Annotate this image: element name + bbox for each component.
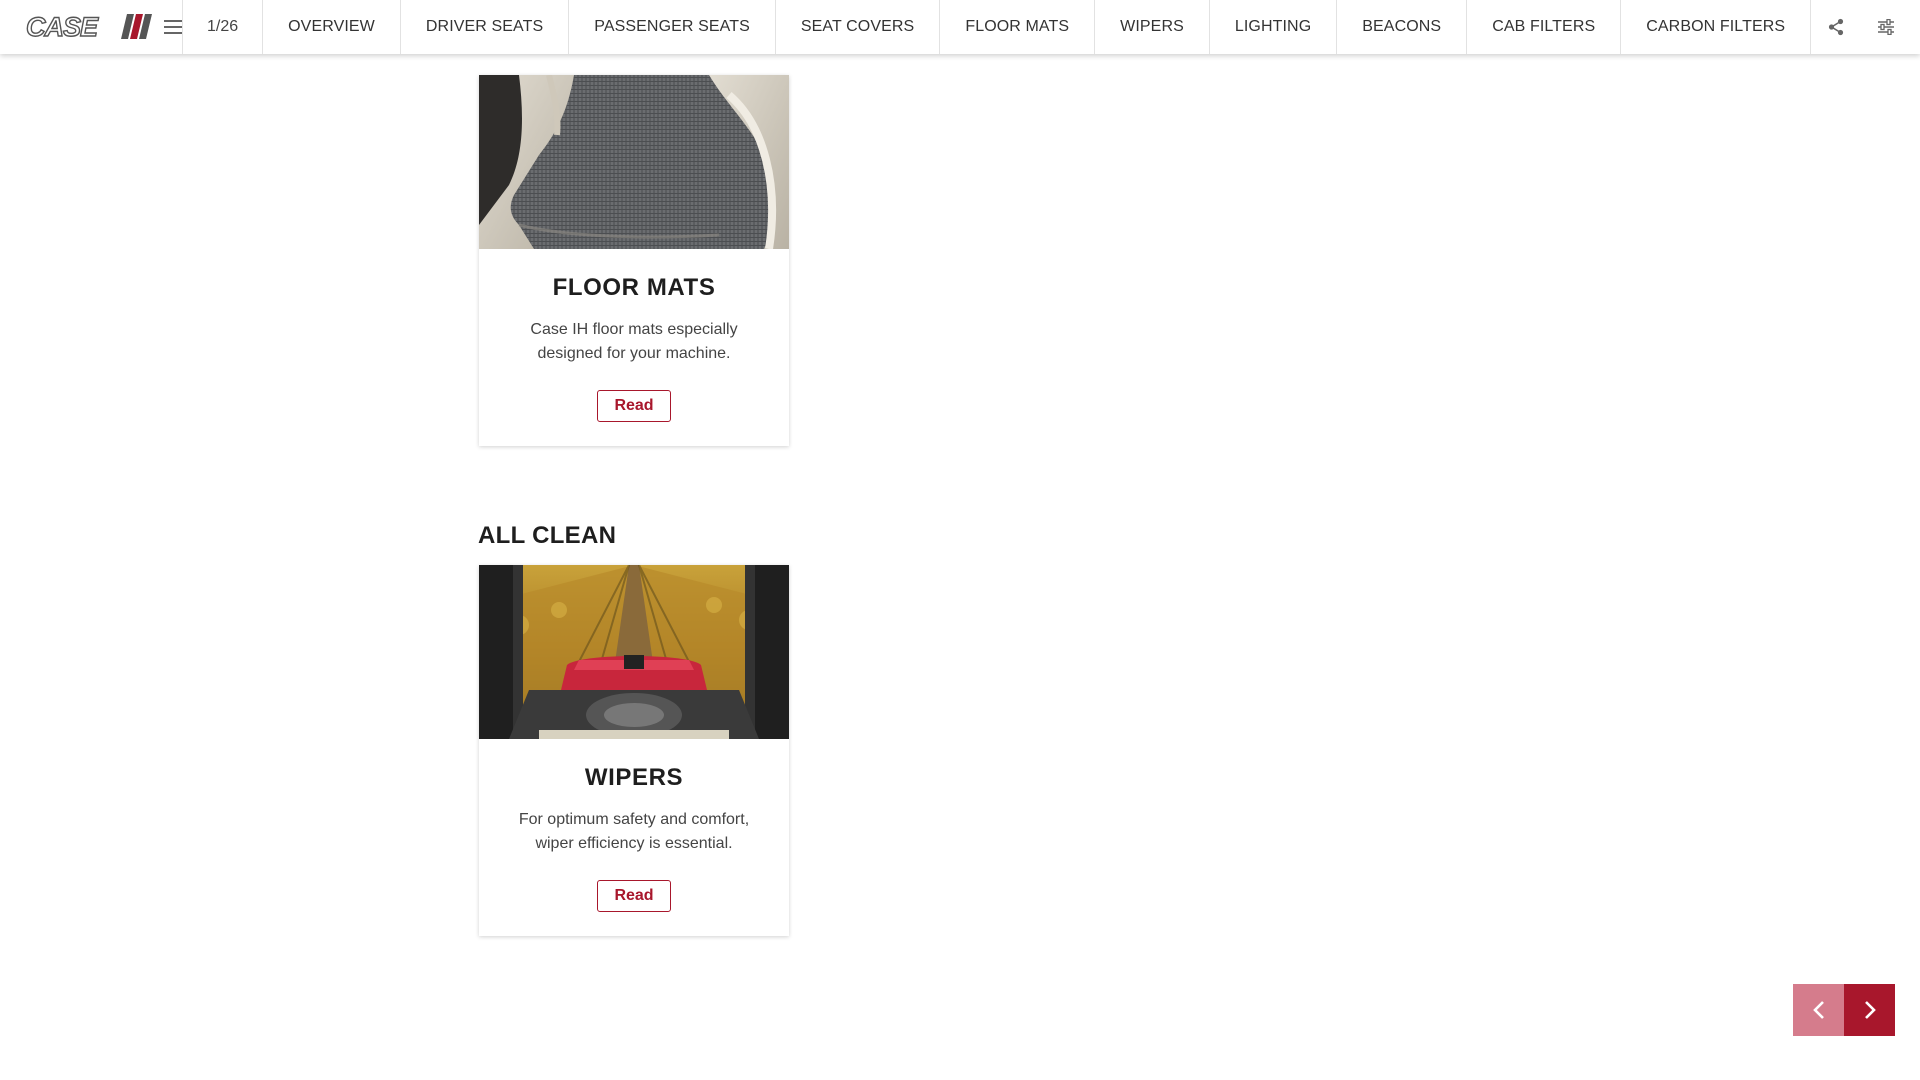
chevron-right-icon [1864, 1001, 1876, 1019]
card-title: FLOOR MATS [552, 274, 716, 301]
chevron-left-icon [1812, 1001, 1824, 1019]
info-button[interactable] [1911, 0, 1920, 54]
next-page-button[interactable] [1844, 984, 1895, 1036]
toolbar [1811, 0, 1920, 54]
page-counter: 1/26 [182, 0, 264, 54]
page-pager [1793, 984, 1895, 1036]
floor-mats-card: FLOOR MATS Case IH floor mats especially… [479, 75, 789, 446]
share-icon [1829, 18, 1844, 36]
nav-overview[interactable]: OVERVIEW [263, 0, 401, 54]
case-ih-logo[interactable]: CASE [0, 0, 164, 54]
nav-driver-seats[interactable]: DRIVER SEATS [401, 0, 570, 54]
nav-passenger-seats[interactable]: PASSENGER SEATS [569, 0, 776, 54]
share-button[interactable] [1811, 0, 1861, 54]
nav-carbon-filters[interactable]: CARBON FILTERS [1621, 0, 1812, 54]
wipers-card: WIPERS For optimum safety and comfort, w… [479, 565, 789, 936]
nav-seat-covers[interactable]: SEAT COVERS [776, 0, 941, 54]
card-description: For optimum safety and comfort, wiper ef… [518, 811, 750, 852]
vineyard-cab-view-photo [479, 565, 789, 739]
case-ih-logo-mark: CASE [25, 11, 152, 43]
settings-button[interactable] [1861, 0, 1911, 54]
svg-text:CASE: CASE [26, 12, 99, 42]
nav-cab-filters[interactable]: CAB FILTERS [1467, 0, 1622, 54]
nav-beacons[interactable]: BEACONS [1337, 0, 1468, 54]
card-description: Case IH floor mats especially designed f… [530, 321, 738, 362]
hamburger-icon [164, 20, 182, 34]
previous-page-button[interactable] [1793, 984, 1844, 1036]
section-title-all-clean: ALL CLEAN [478, 522, 617, 549]
nav-lighting[interactable]: LIGHTING [1210, 0, 1338, 54]
sliders-icon [1878, 19, 1895, 35]
hamburger-menu-button[interactable] [164, 0, 182, 54]
floor-mat-photo [479, 75, 789, 249]
nav-wipers[interactable]: WIPERS [1095, 0, 1210, 54]
card-title: WIPERS [584, 764, 684, 791]
nav-floor-mats[interactable]: FLOOR MATS [940, 0, 1096, 54]
read-wipers-button[interactable]: Read [597, 880, 671, 912]
main-nav: OVERVIEW DRIVER SEATS PASSENGER SEATS SE… [263, 0, 1812, 54]
read-floor-mats-button[interactable]: Read [597, 390, 671, 422]
top-navigation-bar: CASE 1/26 OVERVIEW DRIVER SEATS PASSENGE… [0, 0, 1920, 54]
